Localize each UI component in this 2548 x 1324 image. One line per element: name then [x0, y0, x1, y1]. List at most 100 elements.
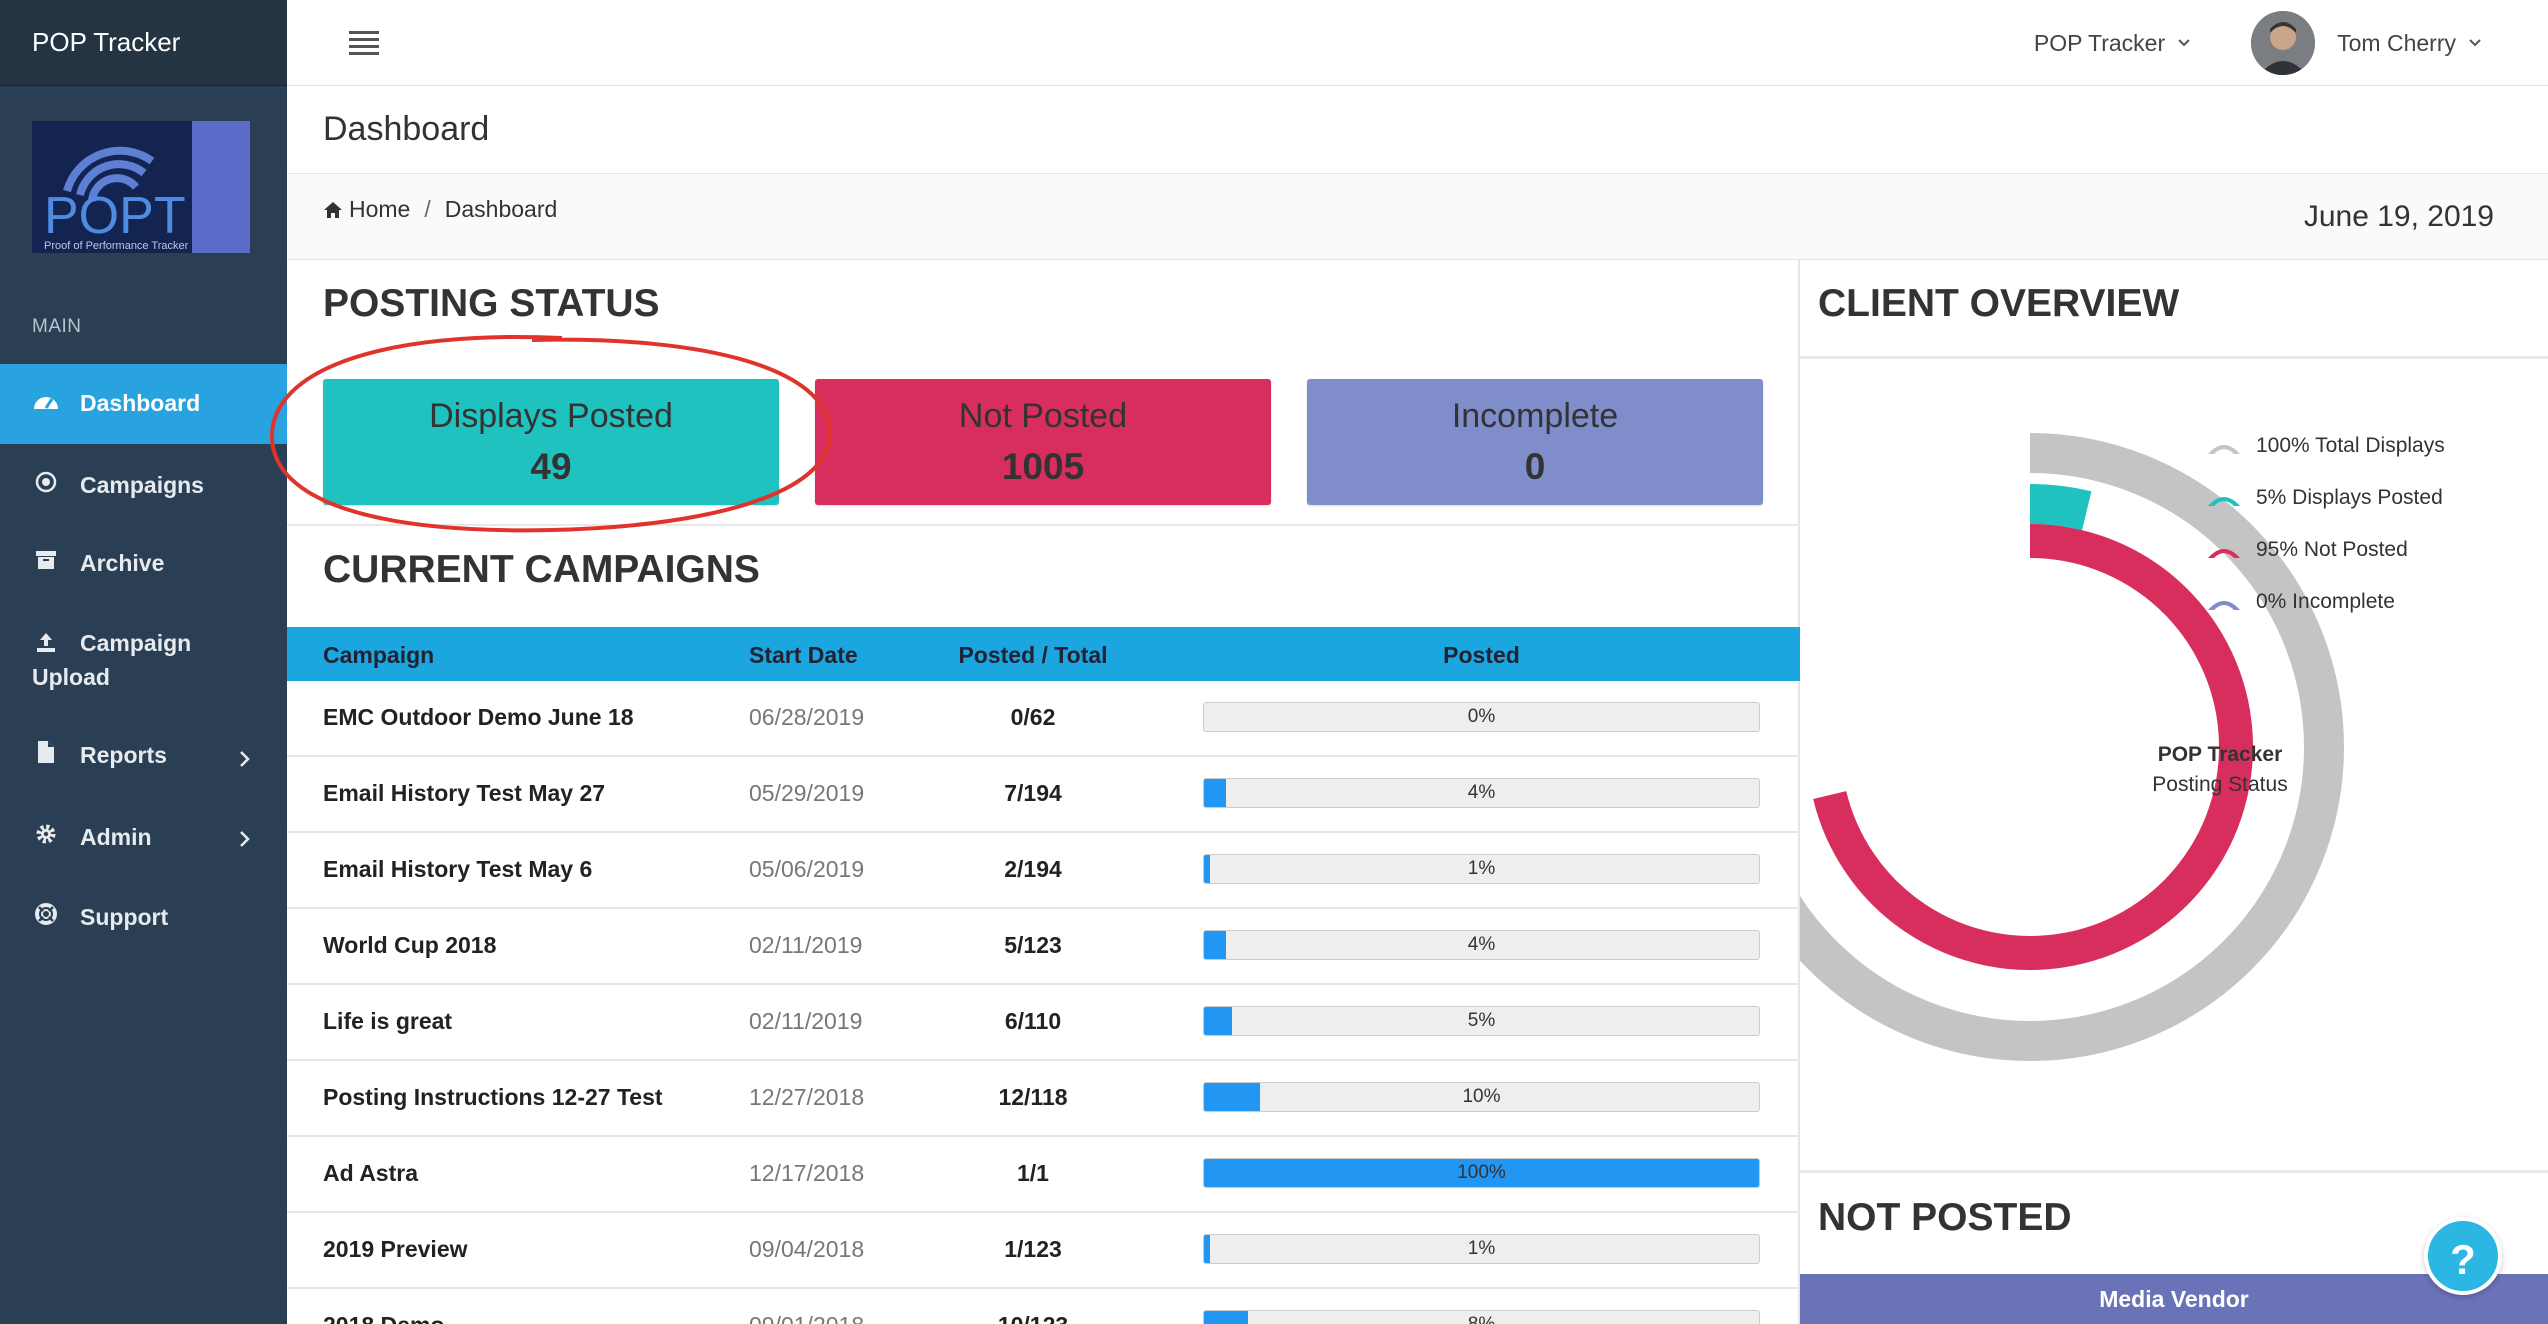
ring-displays-posted[interactable] — [2029, 484, 2092, 531]
avatar — [2251, 11, 2316, 75]
table-row[interactable]: 2018 Demo 09/01/2018 10/123 8% — [287, 1289, 1800, 1324]
sidebar-item-support[interactable]: Support — [0, 878, 287, 958]
campaign-name[interactable]: World Cup 2018 — [323, 932, 496, 959]
progress-label: 10% — [1462, 1086, 1501, 1107]
table-row[interactable]: 2019 Preview 09/04/2018 1/123 1% — [287, 1213, 1800, 1289]
stat-value: 0 — [1524, 446, 1546, 487]
chevron-down-icon — [2469, 39, 2481, 47]
sidebar-item-dashboard[interactable]: Dashboard — [0, 364, 287, 444]
table-row[interactable]: Email History Test May 6 05/06/2019 2/194 1… — [287, 833, 1800, 909]
menu-section-label: MAIN — [32, 316, 82, 337]
progress-label: 5% — [1467, 1010, 1496, 1031]
donut-center-title: POP Tracker — [2157, 743, 2283, 766]
campaign-start-date: 12/17/2018 — [749, 1160, 865, 1186]
progress-bar: 4% — [1203, 778, 1760, 808]
table-row[interactable]: EMC Outdoor Demo June 18 06/28/2019 0/62 0% — [287, 681, 1800, 757]
progress-bar: 1% — [1203, 854, 1760, 884]
breadcrumb-separator: / — [424, 196, 431, 222]
legend-item-displays-posted[interactable]: 5% Displays Posted — [2206, 472, 2445, 524]
progress-label: 100% — [1457, 1162, 1506, 1183]
legend-swatch — [2208, 601, 2240, 610]
help-button[interactable]: ? — [2424, 1217, 2502, 1295]
campaign-name[interactable]: EMC Outdoor Demo June 18 — [323, 704, 634, 731]
campaign-name[interactable]: Life is great — [323, 1008, 452, 1035]
sidebar-item-admin[interactable]: Admin — [0, 798, 287, 878]
table-row[interactable]: Ad Astra 12/17/2018 1/1 100% — [287, 1137, 1800, 1213]
table-row[interactable]: World Cup 2018 02/11/2019 5/123 4% — [287, 909, 1800, 985]
stat-not-posted[interactable]: Not Posted 1005 — [815, 379, 1271, 505]
stat-displays-posted[interactable]: Displays Posted 49 — [323, 379, 779, 505]
campaign-name[interactable]: Email History Test May 6 — [323, 856, 592, 883]
progress-label: 1% — [1467, 858, 1496, 879]
campaign-posted-total: 1/1 — [1017, 1160, 1049, 1186]
sidebar-item-label: Admin — [80, 824, 152, 850]
user-menu-dropdown[interactable]: Tom Cherry — [2251, 11, 2482, 75]
sidebar-item-campaigns[interactable]: Campaigns — [0, 444, 287, 524]
column-header-campaign[interactable]: Campaign — [323, 642, 434, 669]
legend-item-total-displays[interactable]: 100% Total Displays — [2206, 420, 2445, 472]
progress-label: 4% — [1467, 934, 1496, 955]
campaign-posted-total: 10/123 — [933, 1312, 1133, 1324]
campaign-posted-total: 7/194 — [1004, 780, 1062, 806]
sidebar-item-archive[interactable]: Archive — [0, 524, 287, 604]
stat-value: 1005 — [1001, 446, 1085, 487]
donut-center-subtitle: Posting Status — [2152, 773, 2288, 796]
legend-swatch — [2208, 445, 2240, 454]
stat-incomplete[interactable]: Incomplete 0 — [1307, 379, 1763, 505]
table-row[interactable]: Life is great 02/11/2019 6/110 5% — [287, 985, 1800, 1061]
sidebar: POP Tracker POPT Proof of Performance Tr… — [0, 0, 287, 1324]
progress-bar: 0% — [1203, 702, 1760, 732]
progress-label: 1% — [1467, 1238, 1496, 1259]
campaign-name[interactable]: Email History Test May 27 — [323, 780, 605, 807]
gear-icon — [32, 820, 60, 848]
top-right-menu: POP Tracker Tom Cherry — [2034, 0, 2548, 86]
dashboard-icon — [32, 386, 60, 414]
campaign-posted-total: 5/123 — [1004, 932, 1062, 958]
table-row[interactable]: Email History Test May 27 05/29/2019 7/194… — [287, 757, 1800, 833]
app-switcher-label: POP Tracker — [2033, 29, 2166, 56]
column-header-start-date[interactable]: Start Date — [749, 642, 858, 669]
user-name: Tom Cherry — [2337, 29, 2456, 56]
campaign-start-date: 09/01/2018 — [749, 1312, 864, 1324]
campaign-name[interactable]: Ad Astra — [323, 1160, 418, 1187]
app-switcher-dropdown[interactable]: POP Tracker — [2034, 30, 2191, 57]
table-row[interactable]: Posting Instructions 12-27 Test 12/27/201… — [287, 1061, 1800, 1137]
section-divider — [287, 524, 1800, 526]
breadcrumb-home-label: Home — [349, 196, 411, 222]
breadcrumb-bar: Home / Dashboard June 19, 2019 — [287, 174, 2548, 260]
target-icon — [32, 468, 60, 496]
sidebar-menu: Dashboard Campaigns Archive Campaign Upl… — [0, 364, 287, 958]
campaign-start-date: 12/27/2018 — [749, 1084, 865, 1110]
legend-item-incomplete[interactable]: 0% Incomplete — [2206, 576, 2445, 628]
campaign-start-date: 05/06/2019 — [749, 856, 865, 882]
logo-text: POPT — [44, 187, 186, 245]
column-header-posted[interactable]: Posted — [1203, 642, 1760, 669]
sidebar-item-reports[interactable]: Reports — [0, 718, 287, 798]
progress-bar: 100% — [1203, 1158, 1760, 1188]
top-navbar: POP Tracker Tom Cherry — [287, 0, 2548, 86]
sidebar-item-label: Campaign Upload — [32, 630, 192, 690]
campaign-posted-total: 0/62 — [1010, 704, 1056, 730]
current-date: June 19, 2019 — [2303, 200, 2494, 233]
sidebar-item-campaign-upload[interactable]: Campaign Upload — [0, 604, 287, 718]
logo: POPT Proof of Performance Tracker — [32, 121, 250, 253]
campaign-posted-total: 2/194 — [1004, 856, 1062, 882]
breadcrumb: Home / Dashboard — [323, 196, 557, 223]
hamburger-icon — [349, 31, 379, 55]
column-header-posted-total[interactable]: Posted / Total — [933, 642, 1133, 669]
client-overview-title: CLIENT OVERVIEW — [1818, 282, 2180, 325]
brand-title[interactable]: POP Tracker — [0, 0, 287, 86]
progress-bar: 8% — [1203, 1310, 1760, 1324]
campaign-name[interactable]: 2018 Demo — [323, 1312, 444, 1324]
progress-label: 4% — [1467, 782, 1496, 803]
breadcrumb-home-link[interactable]: Home — [323, 196, 410, 223]
posting-status-panel: POSTING STATUS Displays Posted 49 Not Po… — [287, 260, 1800, 1324]
campaign-name[interactable]: Posting Instructions 12-27 Test — [323, 1084, 663, 1111]
stat-value: 49 — [530, 446, 572, 487]
campaign-name[interactable]: 2019 Preview — [323, 1236, 468, 1263]
campaigns-table-header: Campaign Start Date Posted / Total Poste… — [287, 627, 1800, 681]
logo-caption: Proof of Performance Tracker — [44, 240, 189, 252]
legend-item-not-posted[interactable]: 95% Not Posted — [2206, 524, 2445, 576]
campaign-posted-total: 12/118 — [998, 1084, 1068, 1110]
menu-toggle-button[interactable] — [349, 31, 379, 55]
